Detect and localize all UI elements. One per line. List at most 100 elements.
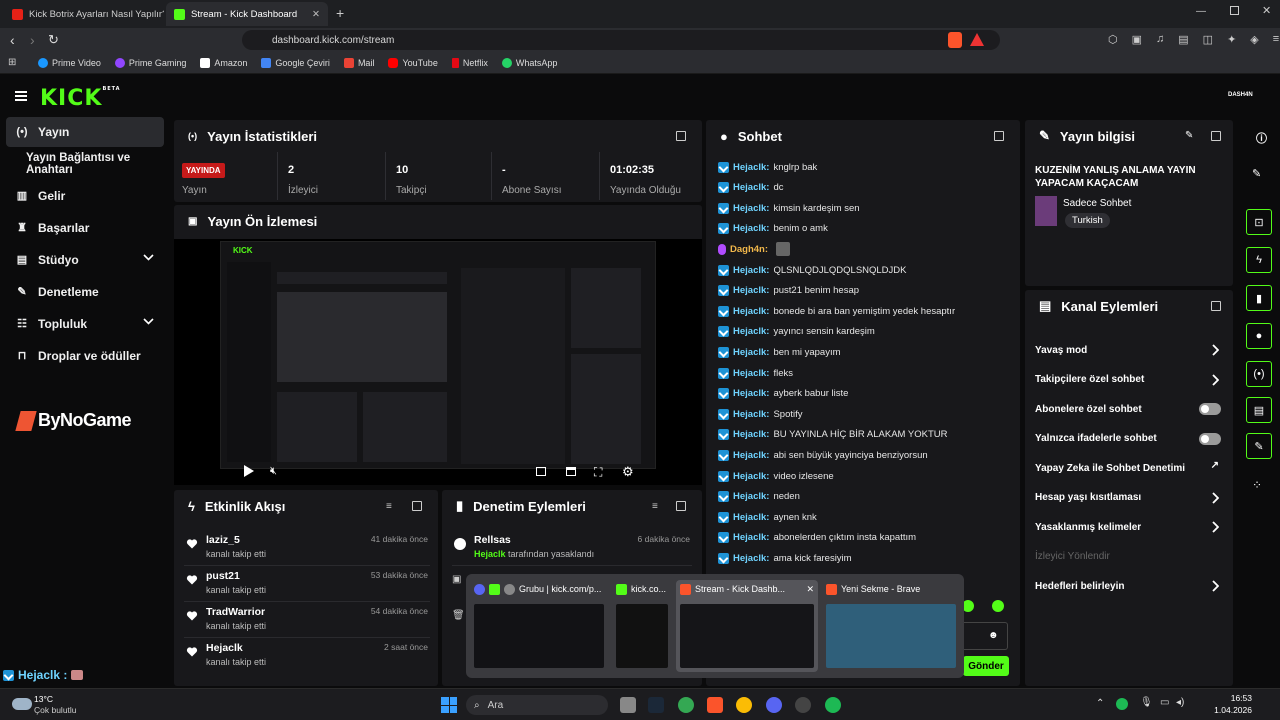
windows-start-icon[interactable] bbox=[441, 697, 457, 713]
chat-username[interactable]: Hejaclk bbox=[733, 450, 766, 461]
send-chat-button[interactable]: Gönder bbox=[963, 656, 1009, 676]
user-avatar[interactable]: DASH4N bbox=[1228, 92, 1253, 98]
brave-rewards-icon[interactable] bbox=[970, 33, 984, 46]
bookmark-amazon[interactable]: Amazon bbox=[200, 57, 247, 68]
kick-logo[interactable]: KICKBETA bbox=[40, 86, 121, 111]
popout-icon[interactable] bbox=[994, 131, 1004, 141]
window-thumbnail[interactable]: kick.co... bbox=[612, 580, 672, 672]
window-thumbnail-active[interactable]: Stream - Kick Dashb... ✕ bbox=[676, 580, 818, 672]
channel-action-item[interactable]: Hesap yaşı kısıtlaması bbox=[1035, 486, 1225, 510]
chrome-profile-icon[interactable] bbox=[736, 697, 752, 713]
address-bar[interactable]: dashboard.kick.com/stream bbox=[242, 30, 1000, 50]
clock-time[interactable]: 16:53 bbox=[1206, 693, 1252, 703]
chat-username[interactable]: Hejaclk bbox=[733, 553, 766, 564]
chat-username[interactable]: Hejaclk bbox=[733, 491, 766, 502]
channel-action-item[interactable]: Yasaklanmış kelimeler bbox=[1035, 515, 1225, 539]
chat-username[interactable]: Hejaclk bbox=[733, 265, 766, 276]
rail-button-lightning[interactable]: ϟ bbox=[1246, 247, 1272, 273]
sidebar-item-denetleme[interactable]: ✎ Denetleme bbox=[6, 277, 164, 307]
reload-icon[interactable]: ↻ bbox=[48, 32, 59, 48]
chat-username[interactable]: Hejaclk bbox=[733, 182, 766, 193]
filter-icon[interactable]: ≡ bbox=[386, 501, 392, 512]
chat-username[interactable]: Hejaclk bbox=[733, 532, 766, 543]
channel-action-item[interactable]: Takipçilere özel sohbet bbox=[1035, 368, 1225, 392]
browser-tab[interactable]: Kick Botrix Ayarları Nasıl Yapılır? Taki… bbox=[4, 2, 164, 26]
window-thumbnail[interactable]: Yeni Sekme - Brave bbox=[822, 580, 960, 672]
sidebar-icon[interactable]: ▤ bbox=[1178, 33, 1188, 47]
close-tab-icon[interactable]: ✕ bbox=[312, 9, 320, 20]
menu-icon[interactable]: ≡ bbox=[1273, 33, 1279, 47]
volume-icon[interactable]: ◂) bbox=[1176, 697, 1184, 708]
popout-icon[interactable] bbox=[676, 131, 686, 141]
chat-username[interactable]: Dagh4n bbox=[730, 244, 765, 255]
pip-icon[interactable] bbox=[536, 467, 546, 476]
steam-icon[interactable] bbox=[648, 697, 664, 713]
chat-username[interactable]: Hejaclk bbox=[733, 306, 766, 317]
brave-shield-icon[interactable] bbox=[948, 32, 962, 48]
forward-icon[interactable]: › bbox=[30, 32, 35, 48]
wallet-icon[interactable]: ◫ bbox=[1203, 33, 1213, 47]
chat-username[interactable]: Hejaclk bbox=[733, 326, 766, 337]
extensions-icon[interactable]: ⬡ bbox=[1108, 33, 1118, 47]
rail-button-list[interactable]: ▤ bbox=[1246, 397, 1272, 423]
info-icon[interactable]: ⓘ bbox=[1256, 130, 1267, 145]
microphone-icon[interactable]: 🎙︎ bbox=[1140, 697, 1153, 708]
chat-username[interactable]: Hejaclk bbox=[733, 409, 766, 420]
filter-icon[interactable]: ≡ bbox=[652, 501, 658, 512]
chat-username[interactable]: Hejaclk bbox=[733, 162, 766, 173]
chat-username[interactable]: Hejaclk bbox=[733, 285, 766, 296]
bookmark-youtube[interactable]: YouTube bbox=[388, 57, 438, 68]
sidebar-item-yayin[interactable]: (•) Yayın bbox=[6, 117, 164, 147]
channel-action-item[interactable]: Hedefleri belirleyin bbox=[1035, 574, 1225, 598]
rail-button-capture[interactable]: ⊡ bbox=[1246, 209, 1272, 235]
screenshot-icon[interactable]: ▣ bbox=[1132, 33, 1142, 47]
network-icon[interactable]: ▭ bbox=[1160, 697, 1169, 708]
rail-button-broadcast[interactable]: (•) bbox=[1246, 361, 1272, 387]
video-player[interactable]: KICK 🔇︎ ⛶ ⚙ bbox=[174, 239, 702, 485]
tray-app-icon[interactable] bbox=[1116, 698, 1128, 710]
sidebar-item-topluluk[interactable]: ☷ Topluluk bbox=[6, 309, 164, 339]
new-tab-button[interactable]: + bbox=[336, 5, 344, 21]
taskbar-search[interactable]: ⌕ Ara bbox=[466, 695, 608, 715]
bookmark-whatsapp[interactable]: WhatsApp bbox=[501, 57, 557, 68]
toggle-switch[interactable] bbox=[1199, 403, 1221, 415]
toggle-switch[interactable] bbox=[1199, 432, 1221, 445]
popout-icon[interactable] bbox=[412, 501, 422, 511]
emote-icon[interactable] bbox=[992, 600, 1004, 612]
popout-icon[interactable] bbox=[676, 501, 686, 511]
chat-username[interactable]: Hejaclk bbox=[733, 347, 766, 358]
chat-username[interactable]: Hejaclk bbox=[733, 388, 766, 399]
edit-pencil-icon[interactable]: ✎ bbox=[1185, 130, 1193, 141]
hamburger-menu-icon[interactable] bbox=[15, 91, 27, 101]
sidebar-item-stream-key[interactable]: Yayın Bağlantısı ve Anahtarı bbox=[16, 149, 176, 179]
fullscreen-icon[interactable]: ⛶ bbox=[594, 465, 602, 480]
sidebar-item-gelir[interactable]: ▥ Gelir bbox=[6, 181, 164, 211]
edit-icon[interactable]: ✎ bbox=[1252, 167, 1261, 180]
obs-icon[interactable] bbox=[795, 697, 811, 713]
tray-chevron-icon[interactable]: ⌃ bbox=[1096, 698, 1104, 709]
popout-icon[interactable] bbox=[1211, 131, 1221, 141]
play-icon[interactable] bbox=[244, 465, 254, 477]
chrome-icon[interactable] bbox=[678, 697, 694, 713]
chat-input[interactable]: ☻ bbox=[962, 622, 1008, 650]
discord-taskbar-icon[interactable] bbox=[766, 697, 782, 713]
channel-action-item[interactable]: Yavaş mod bbox=[1035, 338, 1225, 362]
chat-username[interactable]: Hejaclk bbox=[733, 223, 766, 234]
bookmark-netflix[interactable]: Netflix bbox=[451, 57, 488, 68]
task-view-icon[interactable] bbox=[620, 697, 636, 713]
rail-button-chat[interactable]: ● bbox=[1246, 323, 1272, 349]
sidebar-item-droplar[interactable]: ⊓ Droplar ve ödüller bbox=[6, 341, 164, 371]
vpn-icon[interactable]: ◈ bbox=[1250, 33, 1258, 47]
bookmark-prime-gaming[interactable]: Prime Gaming bbox=[114, 57, 186, 68]
close-icon[interactable]: ✕ bbox=[806, 584, 814, 595]
chat-username[interactable]: Hejaclk bbox=[733, 429, 766, 440]
apps-grid-icon[interactable]: ⊞ bbox=[8, 57, 16, 68]
leo-icon[interactable]: ✦ bbox=[1227, 33, 1236, 47]
close-window-icon[interactable]: ✕ bbox=[1262, 4, 1271, 17]
rail-button-wrench[interactable]: ✎ bbox=[1246, 433, 1272, 459]
browser-tab-active[interactable]: Stream - Kick Dashboard ✕ bbox=[166, 2, 328, 26]
popout-icon[interactable] bbox=[1211, 301, 1221, 311]
rail-button-document[interactable]: ▮ bbox=[1246, 285, 1272, 311]
spotify-icon[interactable] bbox=[825, 697, 841, 713]
emoji-icon[interactable]: ☻ bbox=[988, 630, 999, 641]
